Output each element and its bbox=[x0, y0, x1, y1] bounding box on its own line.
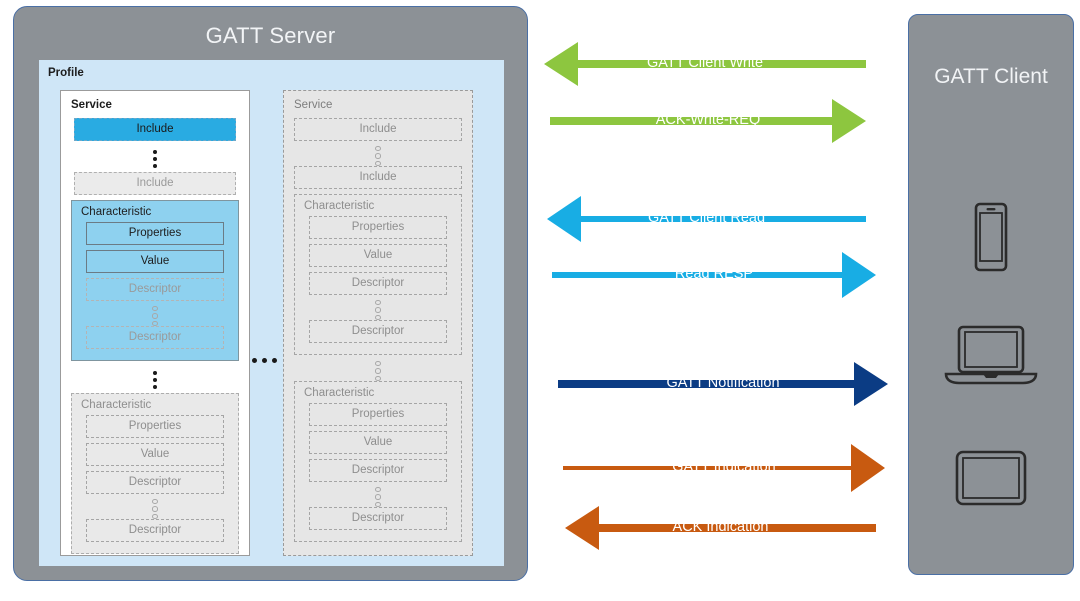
arrow-read-resp[interactable]: Read RESP bbox=[552, 252, 876, 298]
arrow-label: Read RESP bbox=[674, 266, 754, 282]
vertical-ellipsis bbox=[71, 146, 239, 172]
gatt-server-title: GATT Server bbox=[205, 23, 336, 48]
vertical-ellipsis-small bbox=[294, 146, 462, 166]
horizontal-ellipsis-icon bbox=[252, 358, 277, 363]
vertical-ellipsis-small bbox=[303, 487, 453, 507]
arrow-gatt-client-write[interactable]: GATT Client Write bbox=[544, 42, 866, 86]
properties-row[interactable]: Properties bbox=[309, 403, 447, 426]
characteristic-block[interactable]: Characteristic Properties Value Descript… bbox=[294, 381, 462, 542]
arrow-label: GATT Client Read bbox=[647, 210, 766, 226]
properties-row[interactable]: Properties bbox=[86, 415, 224, 438]
descriptor-row[interactable]: Descriptor bbox=[309, 272, 447, 295]
value-row[interactable]: Value bbox=[309, 431, 447, 454]
include-row-highlighted[interactable]: Include bbox=[74, 118, 236, 141]
service-box-primary[interactable]: Service Include Include Characteristic P… bbox=[60, 90, 250, 556]
arrow-ack-write-req[interactable]: ACK-Write-REQ bbox=[550, 99, 866, 143]
descriptor-row[interactable]: Descriptor bbox=[86, 471, 224, 494]
properties-row[interactable]: Properties bbox=[86, 222, 224, 245]
value-row[interactable]: Value bbox=[86, 250, 224, 273]
characteristic-block-highlighted[interactable]: Characteristic Properties Value Descript… bbox=[71, 200, 239, 361]
profile-container: Profile Service Include Include Characte… bbox=[39, 60, 504, 566]
include-row[interactable]: Include bbox=[294, 118, 462, 141]
arrow-label: ACK Indication bbox=[672, 519, 769, 535]
arrow-label: GATT Client Write bbox=[646, 55, 764, 71]
laptop-icon bbox=[943, 323, 1039, 392]
tablet-icon bbox=[954, 449, 1028, 512]
gatt-client-panel: GATT Client bbox=[908, 14, 1074, 575]
vertical-ellipsis-small bbox=[294, 361, 462, 381]
vertical-ellipsis-small bbox=[80, 306, 230, 326]
include-row-ghost[interactable]: Include bbox=[74, 172, 236, 195]
characteristic-label: Characteristic bbox=[304, 387, 375, 399]
value-row[interactable]: Value bbox=[309, 244, 447, 267]
descriptor-row[interactable]: Descriptor bbox=[309, 459, 447, 482]
characteristic-block[interactable]: Characteristic Properties Value Descript… bbox=[294, 194, 462, 355]
include-row[interactable]: Include bbox=[294, 166, 462, 189]
arrow-label: GATT Indication bbox=[672, 459, 776, 475]
arrow-gatt-notification[interactable]: GATT Notification bbox=[558, 362, 888, 406]
characteristic-block-ghost[interactable]: Characteristic Properties Value Descript… bbox=[71, 393, 239, 554]
smartphone-icon bbox=[971, 201, 1011, 278]
arrow-label: ACK-Write-REQ bbox=[655, 112, 761, 128]
descriptor-row[interactable]: Descriptor bbox=[309, 320, 447, 343]
arrow-gatt-indication[interactable]: GATT Indication bbox=[563, 444, 885, 492]
vertical-ellipsis-small bbox=[80, 499, 230, 519]
descriptor-row[interactable]: Descriptor bbox=[86, 326, 224, 349]
descriptor-row[interactable]: Descriptor bbox=[86, 278, 224, 301]
gatt-server-panel: GATT Server Profile Service Include Incl… bbox=[13, 6, 528, 581]
vertical-ellipsis-small bbox=[303, 300, 453, 320]
arrow-gatt-client-read[interactable]: GATT Client Read bbox=[547, 196, 866, 242]
descriptor-row[interactable]: Descriptor bbox=[86, 519, 224, 542]
characteristic-label: Characteristic bbox=[81, 399, 152, 411]
value-row[interactable]: Value bbox=[86, 443, 224, 466]
descriptor-row[interactable]: Descriptor bbox=[309, 507, 447, 530]
profile-label: Profile bbox=[48, 67, 84, 79]
arrow-label: GATT Notification bbox=[666, 375, 780, 391]
service-label: Service bbox=[71, 99, 112, 111]
arrow-ack-indication[interactable]: ACK Indication bbox=[565, 506, 876, 550]
service-box-secondary[interactable]: Service Include Include Characteristic P… bbox=[283, 90, 473, 556]
gatt-client-title: GATT Client bbox=[934, 65, 1048, 88]
vertical-ellipsis bbox=[71, 367, 239, 393]
characteristic-label: Characteristic bbox=[81, 206, 152, 218]
service-label: Service bbox=[294, 99, 333, 111]
properties-row[interactable]: Properties bbox=[309, 216, 447, 239]
characteristic-label: Characteristic bbox=[304, 200, 375, 212]
